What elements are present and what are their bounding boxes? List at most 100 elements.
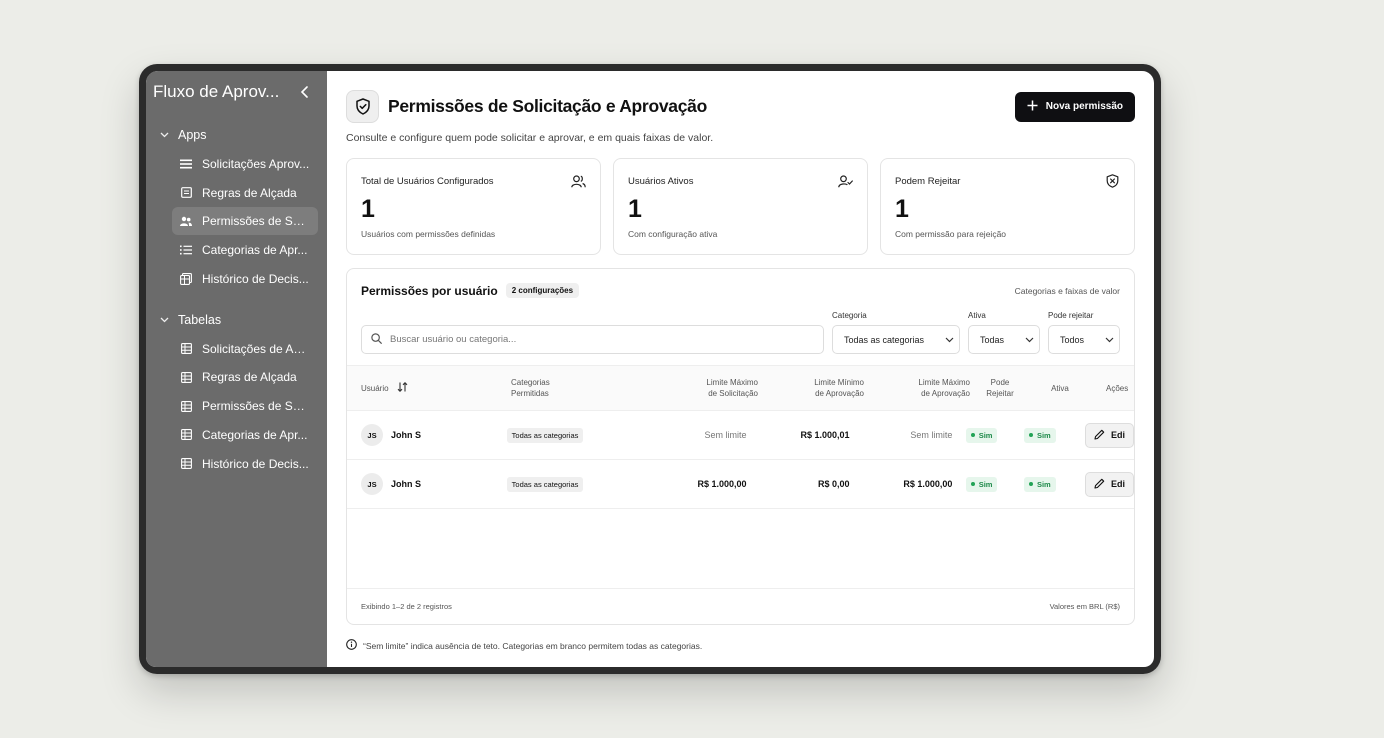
stat-label: Podem Rejeitar	[895, 176, 961, 187]
ativa-select[interactable]: Todas	[968, 325, 1040, 354]
sidebar-item-regras[interactable]: Regras de Alçada	[172, 179, 318, 207]
pagination-info: Exibindo 1–2 de 2 registros	[361, 602, 452, 611]
stat-desc: Usuários com permissões definidas	[361, 229, 496, 239]
edit-button[interactable]: Edi	[1084, 422, 1134, 448]
sidebar-apps-list: Solicitações Aprov... Regras de Alçada P…	[146, 150, 327, 293]
sidebar-item-label: Regras de Alçada	[202, 185, 297, 200]
search-input[interactable]	[390, 334, 814, 345]
panel-footer: Exibindo 1–2 de 2 registros Valores em B…	[347, 588, 1134, 624]
stats-row: Total de Usuários Configurados 1 Usuário…	[346, 158, 1135, 255]
cell-user: JS John S	[347, 424, 507, 446]
column-label: Ativa	[1051, 383, 1069, 393]
table-row[interactable]: JS John S Todas as categorias R$ 1.000,0…	[347, 460, 1134, 509]
permissions-table: Usuário Categorias Permitidas Limite Máxi…	[347, 365, 1134, 509]
table-icon	[180, 371, 192, 383]
edit-label: Edi	[1110, 479, 1125, 489]
col-pode-rejeitar: Pode Rejeitar	[970, 377, 1030, 399]
column-label: Pode	[990, 378, 1010, 387]
cell-categorias: Todas as categorias	[506, 427, 643, 443]
stat-value: 1	[628, 195, 642, 223]
sidebar-item-table-regras[interactable]: Regras de Alçada	[172, 363, 318, 391]
sidebar-item-label: Permissões de Sol...	[202, 399, 310, 414]
col-ativa: Ativa	[1030, 384, 1090, 393]
plus-icon	[1027, 100, 1038, 114]
column-label: Rejeitar	[986, 389, 1014, 398]
status-dot	[1028, 433, 1033, 437]
filters-bar: Categoria Todas as categorias Ativa Toda…	[347, 311, 1134, 354]
cell-acoes: Edi	[1069, 471, 1134, 497]
main-content: Permissões de Solicitação e Aprovação No…	[327, 71, 1154, 667]
users-icon	[570, 173, 586, 189]
stat-desc: Com configuração ativa	[628, 229, 718, 239]
sidebar-item-label: Regras de Alçada	[202, 370, 297, 385]
column-label: de Solicitação	[708, 389, 758, 398]
sidebar-item-categorias[interactable]: Categorias de Apr...	[172, 236, 318, 264]
sidebar-item-label: Solicitações de Ap...	[202, 341, 310, 356]
sidebar-title: Fluxo de Aprov...	[153, 82, 280, 101]
column-label: Limite Máximo	[706, 378, 758, 387]
sidebar-item-label: Solicitações Aprov...	[202, 157, 310, 171]
sidebar-group-label: Apps	[178, 128, 207, 142]
cell-ativa: Sim	[1011, 476, 1069, 492]
column-label: Usuário	[361, 383, 389, 393]
filter-categoria: Categoria Todas as categorias	[832, 311, 960, 354]
avatar: JS	[361, 473, 383, 495]
sidebar-group-apps[interactable]: Apps	[146, 124, 327, 146]
sidebar-item-historico[interactable]: Histórico de Decis...	[172, 265, 318, 293]
cell-acoes: Edi	[1069, 422, 1134, 448]
filter-label: Categoria	[832, 311, 867, 320]
page-header: Permissões de Solicitação e Aprovação No…	[346, 90, 1135, 123]
sidebar-item-table-historico[interactable]: Histórico de Decis...	[172, 450, 318, 478]
chevron-down-icon	[158, 132, 170, 138]
new-permission-button[interactable]: Nova permissão	[1014, 91, 1135, 122]
currency-note: Valores em BRL (R$)	[1049, 602, 1120, 611]
stat-value: 1	[895, 195, 909, 223]
sidebar-group-tabelas[interactable]: Tabelas	[146, 309, 327, 331]
filter-label: Pode rejeitar	[1048, 311, 1094, 320]
panel-title: Permissões por usuário	[361, 283, 498, 298]
rejeitar-select[interactable]: Todos	[1048, 325, 1120, 354]
sidebar-item-permissoes[interactable]: Permissões de Sol...	[172, 207, 318, 236]
sidebar-item-table-categorias[interactable]: Categorias de Apr...	[172, 421, 318, 449]
sidebar-group-label: Tabelas	[178, 312, 222, 327]
stat-card-total: Total de Usuários Configurados 1 Usuário…	[346, 158, 601, 255]
cell-ativa: Sim	[1011, 427, 1069, 443]
shield-x-icon	[1104, 173, 1120, 189]
col-limite-minimo: Limite Mínimo de Aprovação	[758, 377, 864, 399]
column-label: de Aprovação	[921, 389, 970, 398]
info-icon	[346, 639, 357, 652]
stat-desc: Com permissão para rejeição	[895, 229, 1007, 239]
footnote: “Sem limite” indica ausência de teto. Ca…	[346, 639, 1135, 652]
status-dot	[970, 433, 975, 437]
cell-categorias: Todas as categorias	[506, 476, 643, 492]
user-check-icon	[837, 173, 853, 189]
edit-button[interactable]: Edi	[1084, 471, 1134, 497]
sidebar-item-label: Histórico de Decis...	[202, 456, 309, 471]
filter-pode-rejeitar: Pode rejeitar Todos	[1048, 311, 1120, 354]
sidebar-item-label: Categorias de Apr...	[202, 243, 308, 258]
stat-label: Usuários Ativos	[628, 176, 694, 187]
pencil-icon	[1094, 429, 1105, 442]
col-usuario[interactable]: Usuário	[347, 381, 511, 395]
sidebar-tabelas-list: Solicitações de Ap... Regras de Alçada P…	[146, 335, 327, 478]
sidebar-item-table-solicitacoes[interactable]: Solicitações de Ap...	[172, 335, 318, 363]
sort-icon[interactable]	[397, 381, 408, 395]
select-value: Todos	[1060, 334, 1085, 345]
status-label: Sim	[1036, 430, 1051, 440]
categories-ranges-link[interactable]: Categorias e faixas de valor	[1015, 286, 1120, 296]
collapse-sidebar-icon[interactable]	[297, 84, 313, 100]
document-icon	[180, 187, 192, 199]
select-value: Todas as categorias	[844, 334, 925, 345]
shield-check-icon	[346, 90, 379, 123]
search-box[interactable]	[361, 325, 824, 354]
status-label: Sim	[978, 479, 993, 489]
sidebar-item-table-permissoes[interactable]: Permissões de Sol...	[172, 392, 318, 420]
cell-user: JS John S	[347, 473, 507, 495]
cell-limite-minimo: R$ 0,00	[817, 479, 850, 489]
app-window: Fluxo de Aprov... Apps Solicitações Apro…	[146, 71, 1154, 667]
categoria-select[interactable]: Todas as categorias	[832, 325, 960, 354]
cell-limite-solicitacao: Sem limite	[704, 430, 747, 440]
table-row[interactable]: JS John S Todas as categorias Sem limite…	[347, 411, 1134, 460]
sidebar-item-label: Categorias de Apr...	[202, 427, 308, 442]
sidebar-item-solicitacoes[interactable]: Solicitações Aprov...	[172, 150, 318, 178]
